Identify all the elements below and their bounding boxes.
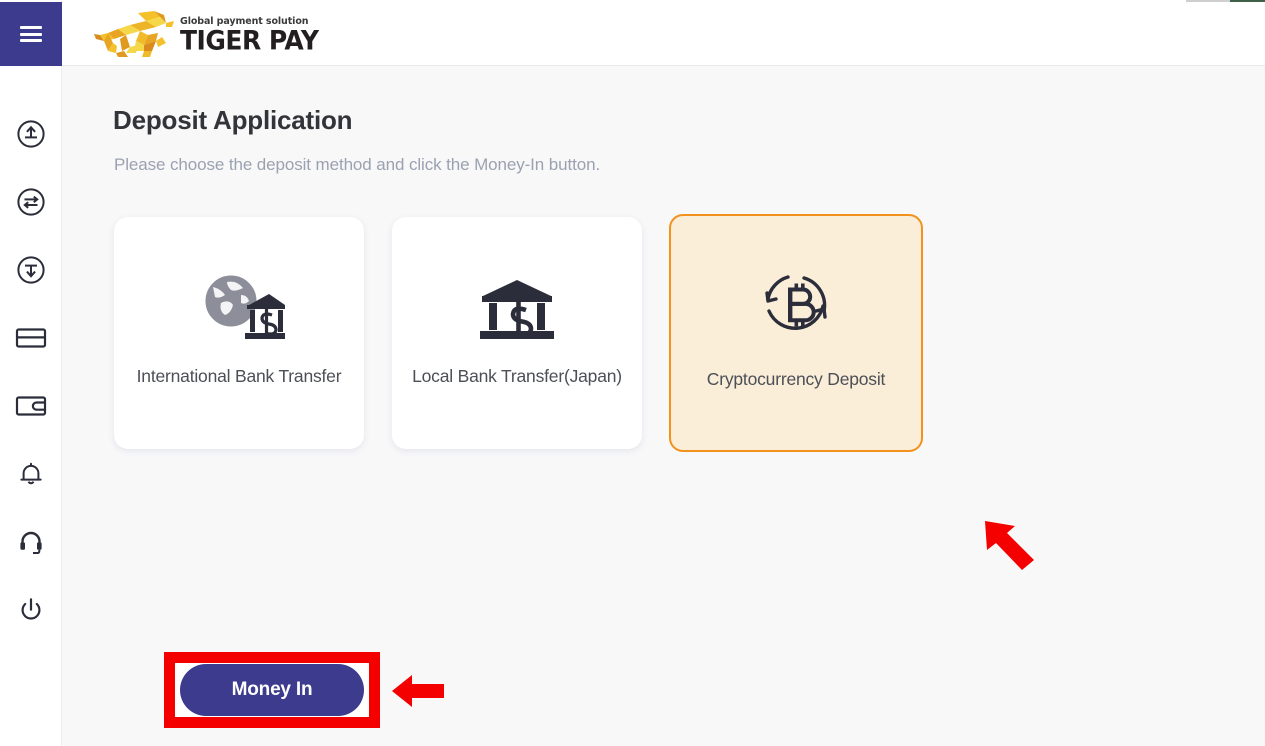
sidebar-nav bbox=[0, 100, 62, 644]
sidebar-item-notifications[interactable] bbox=[0, 440, 62, 508]
app-root: Global payment solution TIGER PAY Deposi… bbox=[0, 0, 1265, 746]
annotation-arrow-left-icon bbox=[392, 670, 444, 712]
tiger-logo-icon bbox=[86, 7, 178, 61]
sidebar-item-logout[interactable] bbox=[0, 576, 62, 644]
sidebar-item-cards[interactable] bbox=[0, 304, 62, 372]
page-subtitle: Please choose the deposit method and cli… bbox=[114, 155, 601, 174]
sidebar-item-support[interactable] bbox=[0, 508, 62, 576]
menu-toggle-button[interactable] bbox=[0, 2, 62, 66]
hamburger-icon bbox=[20, 26, 42, 42]
page-title: Deposit Application bbox=[113, 105, 353, 135]
deposit-method-card-local-bank-transfer-japan[interactable]: Local Bank Transfer(Japan) bbox=[392, 217, 642, 449]
sidebar-item-deposit[interactable] bbox=[0, 100, 62, 168]
arrow-up-circle-icon bbox=[16, 119, 46, 149]
sidebar-item-wallet[interactable] bbox=[0, 372, 62, 440]
deposit-method-card-cryptocurrency-deposit[interactable]: Cryptocurrency Deposit bbox=[669, 214, 923, 452]
exchange-circle-icon bbox=[16, 187, 46, 217]
annotation-arrow-up-left-icon bbox=[982, 519, 1040, 571]
bitcoin-refresh-icon bbox=[757, 262, 835, 348]
deposit-method-card-international-bank-transfer[interactable]: International Bank Transfer bbox=[114, 217, 364, 449]
power-icon bbox=[16, 595, 46, 625]
sidebar-item-exchange[interactable] bbox=[0, 168, 62, 236]
sidebar-item-withdraw[interactable] bbox=[0, 236, 62, 304]
globe-bank-icon bbox=[193, 267, 285, 353]
headset-icon bbox=[16, 527, 46, 557]
app-header: Global payment solution TIGER PAY bbox=[62, 2, 1265, 66]
sidebar bbox=[0, 0, 62, 746]
bank-icon bbox=[477, 267, 557, 353]
brand-name: TIGER PAY bbox=[180, 24, 319, 57]
deposit-method-label: Local Bank Transfer(Japan) bbox=[412, 366, 622, 386]
bell-icon bbox=[16, 459, 46, 489]
deposit-method-label: Cryptocurrency Deposit bbox=[706, 369, 886, 389]
brand-logo[interactable]: Global payment solution TIGER PAY bbox=[86, 5, 319, 63]
wallet-icon bbox=[15, 393, 47, 419]
credit-card-icon bbox=[15, 325, 47, 351]
arrow-down-circle-icon bbox=[16, 255, 46, 285]
deposit-method-label: International Bank Transfer bbox=[136, 366, 342, 386]
brand-wordmark: Global payment solution TIGER PAY bbox=[180, 16, 319, 57]
main-content: Deposit Application Please choose the de… bbox=[62, 67, 1265, 746]
money-in-button[interactable]: Money In bbox=[180, 664, 364, 716]
